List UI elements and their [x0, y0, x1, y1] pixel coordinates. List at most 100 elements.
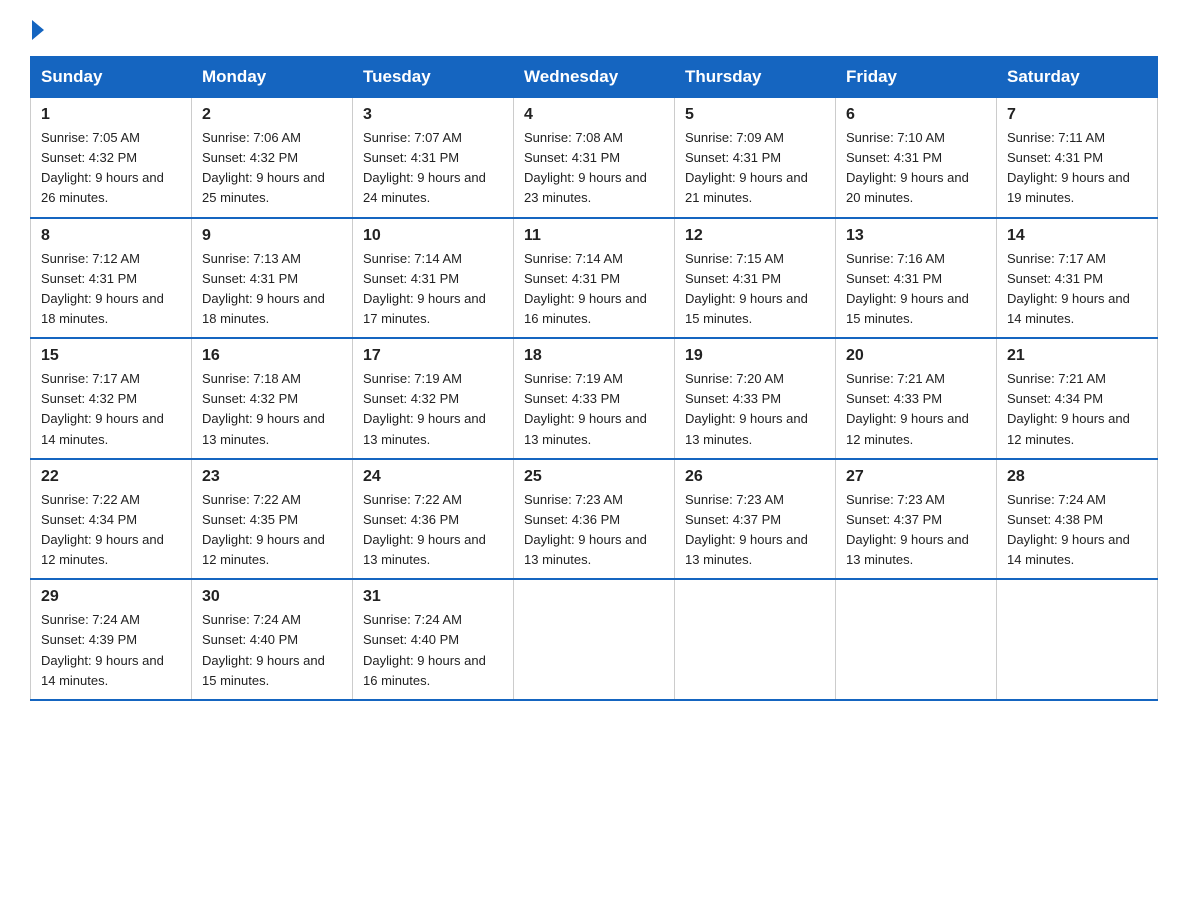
- day-info: Sunrise: 7:06 AMSunset: 4:32 PMDaylight:…: [202, 130, 325, 205]
- day-info: Sunrise: 7:07 AMSunset: 4:31 PMDaylight:…: [363, 130, 486, 205]
- day-info: Sunrise: 7:23 AMSunset: 4:36 PMDaylight:…: [524, 492, 647, 567]
- calendar-day-cell: [675, 579, 836, 700]
- day-info: Sunrise: 7:22 AMSunset: 4:34 PMDaylight:…: [41, 492, 164, 567]
- day-number: 11: [524, 227, 664, 245]
- day-info: Sunrise: 7:19 AMSunset: 4:32 PMDaylight:…: [363, 371, 486, 446]
- calendar-day-cell: 29 Sunrise: 7:24 AMSunset: 4:39 PMDaylig…: [31, 579, 192, 700]
- day-number: 25: [524, 468, 664, 486]
- calendar-day-cell: 13 Sunrise: 7:16 AMSunset: 4:31 PMDaylig…: [836, 218, 997, 339]
- calendar-day-header: Wednesday: [514, 57, 675, 98]
- day-number: 22: [41, 468, 181, 486]
- day-number: 5: [685, 106, 825, 124]
- day-info: Sunrise: 7:24 AMSunset: 4:40 PMDaylight:…: [363, 612, 486, 687]
- calendar-day-cell: 21 Sunrise: 7:21 AMSunset: 4:34 PMDaylig…: [997, 338, 1158, 459]
- day-number: 10: [363, 227, 503, 245]
- day-number: 9: [202, 227, 342, 245]
- calendar-day-cell: 10 Sunrise: 7:14 AMSunset: 4:31 PMDaylig…: [353, 218, 514, 339]
- day-number: 18: [524, 347, 664, 365]
- calendar-day-cell: 28 Sunrise: 7:24 AMSunset: 4:38 PMDaylig…: [997, 459, 1158, 580]
- day-info: Sunrise: 7:05 AMSunset: 4:32 PMDaylight:…: [41, 130, 164, 205]
- calendar-week-row: 22 Sunrise: 7:22 AMSunset: 4:34 PMDaylig…: [31, 459, 1158, 580]
- calendar-week-row: 1 Sunrise: 7:05 AMSunset: 4:32 PMDayligh…: [31, 98, 1158, 218]
- calendar-day-cell: 20 Sunrise: 7:21 AMSunset: 4:33 PMDaylig…: [836, 338, 997, 459]
- day-info: Sunrise: 7:14 AMSunset: 4:31 PMDaylight:…: [363, 251, 486, 326]
- calendar-day-cell: 19 Sunrise: 7:20 AMSunset: 4:33 PMDaylig…: [675, 338, 836, 459]
- day-info: Sunrise: 7:24 AMSunset: 4:40 PMDaylight:…: [202, 612, 325, 687]
- calendar-day-cell: 16 Sunrise: 7:18 AMSunset: 4:32 PMDaylig…: [192, 338, 353, 459]
- day-info: Sunrise: 7:21 AMSunset: 4:34 PMDaylight:…: [1007, 371, 1130, 446]
- day-number: 29: [41, 588, 181, 606]
- day-info: Sunrise: 7:24 AMSunset: 4:39 PMDaylight:…: [41, 612, 164, 687]
- day-number: 17: [363, 347, 503, 365]
- calendar-day-cell: 11 Sunrise: 7:14 AMSunset: 4:31 PMDaylig…: [514, 218, 675, 339]
- day-number: 14: [1007, 227, 1147, 245]
- day-info: Sunrise: 7:23 AMSunset: 4:37 PMDaylight:…: [685, 492, 808, 567]
- calendar-day-cell: 5 Sunrise: 7:09 AMSunset: 4:31 PMDayligh…: [675, 98, 836, 218]
- day-number: 3: [363, 106, 503, 124]
- logo: [30, 20, 44, 40]
- calendar-header-row: SundayMondayTuesdayWednesdayThursdayFrid…: [31, 57, 1158, 98]
- day-number: 31: [363, 588, 503, 606]
- calendar-day-cell: 7 Sunrise: 7:11 AMSunset: 4:31 PMDayligh…: [997, 98, 1158, 218]
- calendar-day-header: Tuesday: [353, 57, 514, 98]
- day-info: Sunrise: 7:16 AMSunset: 4:31 PMDaylight:…: [846, 251, 969, 326]
- day-number: 26: [685, 468, 825, 486]
- day-number: 15: [41, 347, 181, 365]
- day-number: 8: [41, 227, 181, 245]
- day-number: 23: [202, 468, 342, 486]
- day-number: 13: [846, 227, 986, 245]
- calendar-week-row: 29 Sunrise: 7:24 AMSunset: 4:39 PMDaylig…: [31, 579, 1158, 700]
- day-info: Sunrise: 7:17 AMSunset: 4:32 PMDaylight:…: [41, 371, 164, 446]
- page-header: [30, 20, 1158, 40]
- calendar-week-row: 8 Sunrise: 7:12 AMSunset: 4:31 PMDayligh…: [31, 218, 1158, 339]
- calendar-day-header: Saturday: [997, 57, 1158, 98]
- day-info: Sunrise: 7:12 AMSunset: 4:31 PMDaylight:…: [41, 251, 164, 326]
- calendar-week-row: 15 Sunrise: 7:17 AMSunset: 4:32 PMDaylig…: [31, 338, 1158, 459]
- day-number: 12: [685, 227, 825, 245]
- day-info: Sunrise: 7:18 AMSunset: 4:32 PMDaylight:…: [202, 371, 325, 446]
- day-number: 28: [1007, 468, 1147, 486]
- day-number: 16: [202, 347, 342, 365]
- day-info: Sunrise: 7:11 AMSunset: 4:31 PMDaylight:…: [1007, 130, 1130, 205]
- calendar-day-cell: 31 Sunrise: 7:24 AMSunset: 4:40 PMDaylig…: [353, 579, 514, 700]
- day-number: 2: [202, 106, 342, 124]
- calendar-day-cell: 26 Sunrise: 7:23 AMSunset: 4:37 PMDaylig…: [675, 459, 836, 580]
- day-info: Sunrise: 7:13 AMSunset: 4:31 PMDaylight:…: [202, 251, 325, 326]
- calendar-day-cell: [514, 579, 675, 700]
- day-number: 6: [846, 106, 986, 124]
- calendar-day-cell: 15 Sunrise: 7:17 AMSunset: 4:32 PMDaylig…: [31, 338, 192, 459]
- calendar-day-cell: [836, 579, 997, 700]
- calendar-day-cell: [997, 579, 1158, 700]
- calendar-day-cell: 1 Sunrise: 7:05 AMSunset: 4:32 PMDayligh…: [31, 98, 192, 218]
- calendar-day-cell: 6 Sunrise: 7:10 AMSunset: 4:31 PMDayligh…: [836, 98, 997, 218]
- calendar-day-cell: 22 Sunrise: 7:22 AMSunset: 4:34 PMDaylig…: [31, 459, 192, 580]
- day-info: Sunrise: 7:09 AMSunset: 4:31 PMDaylight:…: [685, 130, 808, 205]
- day-number: 21: [1007, 347, 1147, 365]
- calendar-day-cell: 23 Sunrise: 7:22 AMSunset: 4:35 PMDaylig…: [192, 459, 353, 580]
- day-info: Sunrise: 7:17 AMSunset: 4:31 PMDaylight:…: [1007, 251, 1130, 326]
- calendar-day-cell: 2 Sunrise: 7:06 AMSunset: 4:32 PMDayligh…: [192, 98, 353, 218]
- day-info: Sunrise: 7:15 AMSunset: 4:31 PMDaylight:…: [685, 251, 808, 326]
- day-info: Sunrise: 7:24 AMSunset: 4:38 PMDaylight:…: [1007, 492, 1130, 567]
- day-number: 1: [41, 106, 181, 124]
- day-number: 4: [524, 106, 664, 124]
- calendar-day-cell: 30 Sunrise: 7:24 AMSunset: 4:40 PMDaylig…: [192, 579, 353, 700]
- calendar-day-cell: 17 Sunrise: 7:19 AMSunset: 4:32 PMDaylig…: [353, 338, 514, 459]
- day-info: Sunrise: 7:23 AMSunset: 4:37 PMDaylight:…: [846, 492, 969, 567]
- day-info: Sunrise: 7:08 AMSunset: 4:31 PMDaylight:…: [524, 130, 647, 205]
- calendar-day-cell: 8 Sunrise: 7:12 AMSunset: 4:31 PMDayligh…: [31, 218, 192, 339]
- day-info: Sunrise: 7:10 AMSunset: 4:31 PMDaylight:…: [846, 130, 969, 205]
- calendar-day-header: Monday: [192, 57, 353, 98]
- day-number: 7: [1007, 106, 1147, 124]
- calendar-day-cell: 3 Sunrise: 7:07 AMSunset: 4:31 PMDayligh…: [353, 98, 514, 218]
- day-number: 20: [846, 347, 986, 365]
- day-info: Sunrise: 7:14 AMSunset: 4:31 PMDaylight:…: [524, 251, 647, 326]
- logo-arrow-icon: [32, 20, 44, 40]
- calendar-day-cell: 27 Sunrise: 7:23 AMSunset: 4:37 PMDaylig…: [836, 459, 997, 580]
- day-info: Sunrise: 7:22 AMSunset: 4:36 PMDaylight:…: [363, 492, 486, 567]
- calendar-day-cell: 25 Sunrise: 7:23 AMSunset: 4:36 PMDaylig…: [514, 459, 675, 580]
- calendar-day-header: Thursday: [675, 57, 836, 98]
- calendar-table: SundayMondayTuesdayWednesdayThursdayFrid…: [30, 56, 1158, 701]
- day-number: 24: [363, 468, 503, 486]
- calendar-day-cell: 24 Sunrise: 7:22 AMSunset: 4:36 PMDaylig…: [353, 459, 514, 580]
